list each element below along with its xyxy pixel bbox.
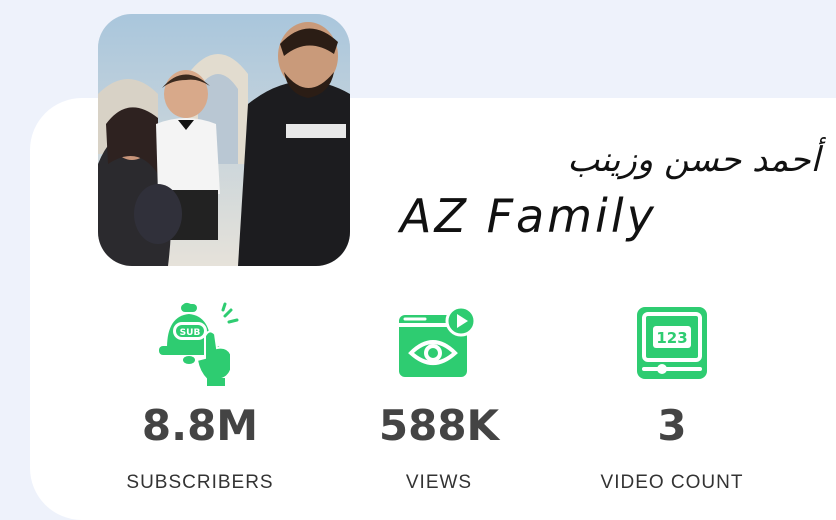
channel-name-latin: AZ Family: [400, 189, 657, 243]
channel-avatar: [98, 14, 350, 266]
svg-text:SUB: SUB: [180, 328, 201, 338]
video-views-icon: [319, 300, 559, 386]
subscribers-label: SUBSCRIBERS: [126, 472, 274, 493]
channel-name-arabic: أحمد حسن وزينب: [567, 140, 820, 180]
subscribers-value: 8.8M: [141, 401, 259, 450]
stat-video-count: 123 3 VIDEO COUNT: [552, 300, 792, 494]
views-value: 588K: [378, 401, 500, 450]
svg-text:123: 123: [656, 329, 687, 347]
channel-names: أحمد حسن وزينب AZ Family: [400, 138, 820, 244]
stat-views: 588K VIEWS: [319, 300, 559, 494]
stat-subscribers: SUB 8.8M SUBSCRIBERS: [80, 300, 320, 494]
video-count-icon: 123: [552, 300, 792, 386]
video-count-value: 3: [657, 401, 687, 450]
subscribe-bell-icon: SUB: [80, 300, 320, 386]
views-label: VIEWS: [405, 472, 473, 493]
video-count-label: VIDEO COUNT: [600, 472, 744, 493]
